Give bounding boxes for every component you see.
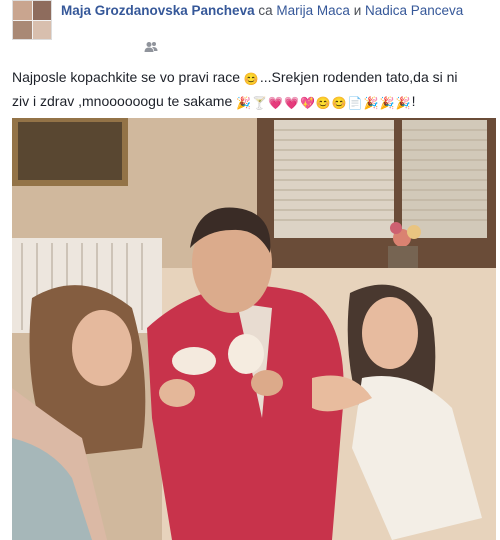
post-text-end: ! [411,93,416,109]
avatar-tile [13,1,32,20]
tagged-friend-link[interactable]: Marija Maca [276,3,350,18]
smile-emoji-icon: 😊 [331,96,347,110]
photo-illustration [12,118,496,540]
author-avatar[interactable] [12,0,52,40]
heart-emoji-icon: 💗 [283,96,299,110]
post-photo[interactable] [12,118,496,540]
post-meta [144,40,158,58]
post-text-line: Najposle kopachkite se vo pravi race [12,69,241,85]
party-popper-emoji-icon: 🎉 [395,96,411,110]
tagged-friend-link[interactable]: Nadica Panceva [365,3,463,18]
facebook-post: Maja Grozdanovska Pancheva са Marija Mac… [0,0,500,540]
heart-emoji-icon: 💗 [268,96,283,110]
post-text: Najposle kopachkite se vo pravi race 😊..… [12,65,490,113]
party-popper-emoji-icon: 🎉 [236,96,252,110]
conjunction-label: и [353,3,362,18]
smile-emoji-icon: 😊 [315,96,331,110]
friends-icon[interactable] [144,40,158,58]
party-popper-emoji-icon: 🎉 [379,96,395,110]
post-text-line: ...Srekjen rodenden tato,da si ni [259,69,458,85]
with-label: са [258,3,273,18]
party-popper-emoji-icon: 🎉 [363,96,379,110]
avatar-tile [13,21,32,39]
sparkling-heart-emoji-icon: 💖 [299,96,315,110]
post-text-line: ziv i zdrav ,mnoooooogu te sakame [12,93,233,109]
photo-tint [12,118,496,540]
avatar-tile [33,21,51,39]
author-name-link[interactable]: Maja Grozdanovska Pancheva [61,3,255,18]
smile-emoji-icon: 😊 [243,72,259,86]
post-header: Maja Grozdanovska Pancheva са Marija Mac… [61,1,491,20]
avatar-tile [33,1,51,20]
cocktail-emoji-icon: 🍸 [252,96,268,110]
page-emoji-icon: 📄 [347,96,363,110]
